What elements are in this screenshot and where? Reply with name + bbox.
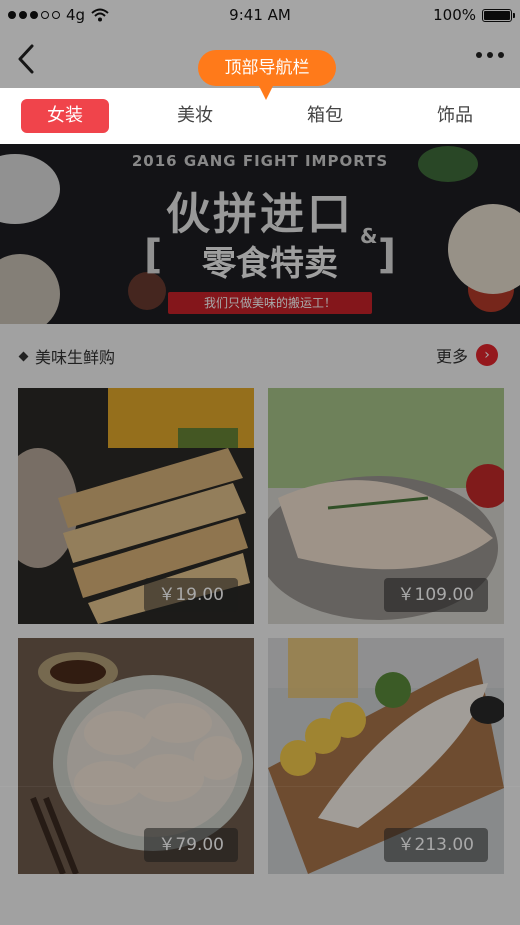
more-dots-icon: [476, 52, 482, 58]
status-bar: 4g 9:41 AM 100%: [0, 0, 520, 30]
tab-label: 箱包: [307, 105, 343, 126]
tab-label: 饰品: [437, 105, 473, 126]
product-card[interactable]: ￥79.00: [18, 638, 254, 874]
chevron-right-icon: ›: [476, 344, 498, 366]
battery-icon: [482, 8, 515, 22]
tab-beauty[interactable]: 美妆: [130, 88, 260, 144]
price-tag: ￥109.00: [383, 578, 488, 612]
price-tag: ￥213.00: [383, 828, 488, 862]
callout-label: 顶部导航栏: [198, 50, 336, 86]
diamond-icon: [18, 351, 29, 361]
section-title-text: 美味生鲜购: [35, 348, 116, 367]
banner-sub-text: 零食特卖: [144, 232, 396, 285]
product-card[interactable]: ￥213.00: [268, 638, 504, 874]
tab-label: 女装: [21, 99, 109, 133]
banner-slogan: 我们只做美味的搬运工！: [168, 292, 372, 314]
product-card[interactable]: ￥19.00: [18, 388, 254, 624]
price-tag: ￥19.00: [144, 578, 238, 612]
tab-accessories[interactable]: 饰品: [390, 88, 520, 144]
plate-image: [448, 204, 520, 294]
tab-bags[interactable]: 箱包: [260, 88, 390, 144]
promo-banner[interactable]: 2016 GANG FIGHT IMPORTS 伙拼进口 & 零食特卖 我们只做…: [0, 144, 520, 324]
section-header: 美味生鲜购 更多 ›: [0, 332, 520, 378]
back-button[interactable]: [12, 42, 42, 76]
price-tag: ￥79.00: [144, 828, 238, 862]
chevron-left-icon: [18, 44, 34, 74]
product-card[interactable]: ￥109.00: [268, 388, 504, 624]
section-title: 美味生鲜购: [18, 344, 116, 368]
tab-label: 美妆: [177, 105, 213, 126]
tab-women-clothing[interactable]: 女装: [0, 88, 130, 144]
banner-top-text: 2016 GANG FIGHT IMPORTS: [131, 152, 389, 170]
divider: [0, 786, 520, 787]
more-label: 更多: [435, 347, 468, 366]
battery-status: 100%: [433, 6, 515, 24]
more-link[interactable]: 更多 ›: [436, 343, 498, 367]
more-options-button[interactable]: [476, 52, 504, 58]
battery-label: 100%: [433, 6, 476, 24]
banner-main-text: 伙拼进口: [166, 189, 354, 240]
plate-image: [0, 254, 60, 324]
callout-pointer: [258, 84, 274, 100]
